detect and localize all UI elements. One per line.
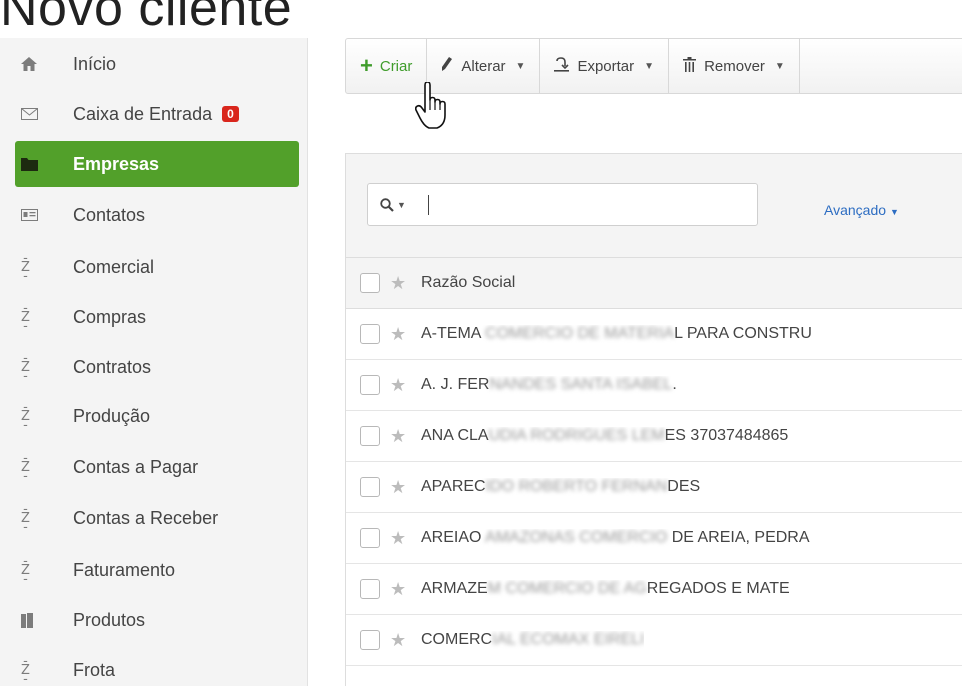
sidebar-item-label: Frota [73,659,116,680]
sidebar-item-caixa-de-entrada[interactable]: Caixa de Entrada 0 [15,92,299,136]
sidebar-item-frota[interactable]: -Z- Frota [15,648,299,686]
sidebar-item-label: Compras [73,306,147,327]
column-header-razao-social[interactable]: Razão Social [421,274,515,292]
funnel-icon: -Z- [21,350,30,384]
star-icon[interactable]: ★ [390,376,408,394]
sidebar-item-label: Empresas [73,153,160,174]
sidebar-item-label: Contatos [73,204,146,225]
companies-panel: ▼ Avançado ▼ ★ Razão Social ★ A-TEMA COME… [345,153,962,686]
home-icon [15,57,43,71]
sidebar-item-contatos[interactable]: Contatos [15,193,299,237]
company-name: APARECIDO ROBERTO FERNANDES [421,478,701,495]
company-name: ANA CLAUDIA RODRIGUES LEMES 37037484865 [421,427,789,444]
star-icon[interactable]: ★ [390,325,408,343]
company-name: A-TEMA COMERCIO DE MATERIAL PARA CONSTRU [421,325,812,342]
funnel-icon: -Z- [21,250,30,284]
pencil-icon [441,57,453,75]
plus-icon: + [360,53,373,78]
funnel-icon: -Z- [21,653,30,686]
page-title: Novo cliente [0,0,293,37]
table-row[interactable]: ★ COMERCIAL ECOMAX EIRELI [346,615,962,666]
export-button[interactable]: Exportar ▼ [540,39,670,93]
sidebar-item-faturamento[interactable]: -Z- Faturamento [15,548,299,592]
more-button[interactable] [800,39,812,93]
company-name: AREIAO AMAZONAS COMERCIO DE AREIA, PEDRA [421,529,810,546]
star-icon[interactable]: ★ [390,631,408,649]
funnel-icon: -Z- [21,501,30,535]
contact-card-icon [15,209,43,221]
sidebar-item-contas-a-receber[interactable]: -Z- Contas a Receber [15,496,299,540]
sidebar-item-contas-a-pagar[interactable]: -Z- Contas a Pagar [15,445,299,489]
sidebar-item-label: Contratos [73,356,152,377]
search-input[interactable]: ▼ [367,183,758,226]
funnel-icon: -Z- [21,300,30,334]
table-row[interactable]: ★ AREIAO AMAZONAS COMERCIO DE AREIA, PED… [346,513,962,564]
sidebar: Início Caixa de Entrada 0 Empresas Conta… [0,38,308,686]
company-name: ARMAZEM COMERCIO DE AGREGADOS E MATE [421,580,790,597]
row-checkbox[interactable] [360,324,380,344]
sidebar-item-label: Produtos [73,609,146,630]
table-row[interactable]: ★ A. J. FERNANDES SANTA ISABEL. [346,360,962,411]
sidebar-item-label: Contas a Pagar [73,456,199,477]
company-name: COMERCIAL ECOMAX EIRELI [421,631,645,648]
chevron-down-icon: ▼ [644,60,655,72]
chevron-down-icon: ▼ [890,207,899,217]
filter-bar: ▼ Avançado ▼ [346,154,962,258]
sidebar-item-label: Comercial [73,256,155,277]
table-header: ★ Razão Social [346,258,962,309]
mail-icon [15,108,43,120]
funnel-icon: -Z- [21,553,30,587]
trash-icon [683,56,697,76]
table-row[interactable]: ★ ANA CLAUDIA RODRIGUES LEMES 3703748486… [346,411,962,462]
table-row[interactable]: ★ A-TEMA COMERCIO DE MATERIAL PARA CONST… [346,309,962,360]
table-row[interactable]: ★ APARECIDO ROBERTO FERNANDES [346,462,962,513]
sidebar-item-produtos[interactable]: Produtos [15,598,299,642]
sidebar-item-label: Início [73,53,117,74]
remove-button[interactable]: Remover ▼ [669,39,800,93]
row-checkbox[interactable] [360,477,380,497]
row-checkbox[interactable] [360,528,380,548]
advanced-search-link[interactable]: Avançado ▼ [824,202,899,218]
sidebar-item-label: Caixa de Entrada [73,103,213,124]
star-icon[interactable]: ★ [390,580,408,598]
star-icon[interactable]: ★ [390,427,408,445]
book-icon [15,612,43,628]
row-checkbox[interactable] [360,630,380,650]
row-checkbox[interactable] [360,426,380,446]
sidebar-item-producao[interactable]: -Z- Produção [15,394,299,438]
select-all-checkbox[interactable] [360,273,380,293]
star-icon[interactable]: ★ [390,529,408,547]
search-icon[interactable]: ▼ [380,197,406,212]
chevron-down-icon: ▼ [774,60,785,72]
sidebar-item-label: Contas a Receber [73,507,219,528]
hand-cursor-icon [415,82,446,129]
sidebar-item-inicio[interactable]: Início [15,42,299,86]
row-checkbox[interactable] [360,579,380,599]
export-icon [554,56,570,76]
star-icon[interactable]: ★ [390,274,408,292]
unread-badge: 0 [222,106,239,122]
chevron-down-icon: ▼ [515,60,526,72]
table-row[interactable]: ★ ARMAZEM COMERCIO DE AGREGADOS E MATE [346,564,962,615]
sidebar-item-contratos[interactable]: -Z- Contratos [15,345,299,389]
company-name: A. J. FERNANDES SANTA ISABEL. [421,376,677,393]
text-cursor [427,194,429,215]
star-icon[interactable]: ★ [390,478,408,496]
sidebar-item-comercial[interactable]: -Z- Comercial [15,245,299,289]
row-checkbox[interactable] [360,375,380,395]
funnel-icon: -Z- [21,450,30,484]
sidebar-item-label: Faturamento [73,559,176,580]
folder-icon [15,157,43,171]
sidebar-item-empresas[interactable]: Empresas [15,141,299,187]
sidebar-item-compras[interactable]: -Z- Compras [15,295,299,339]
funnel-icon: -Z- [21,399,30,433]
sidebar-item-label: Produção [73,405,151,426]
